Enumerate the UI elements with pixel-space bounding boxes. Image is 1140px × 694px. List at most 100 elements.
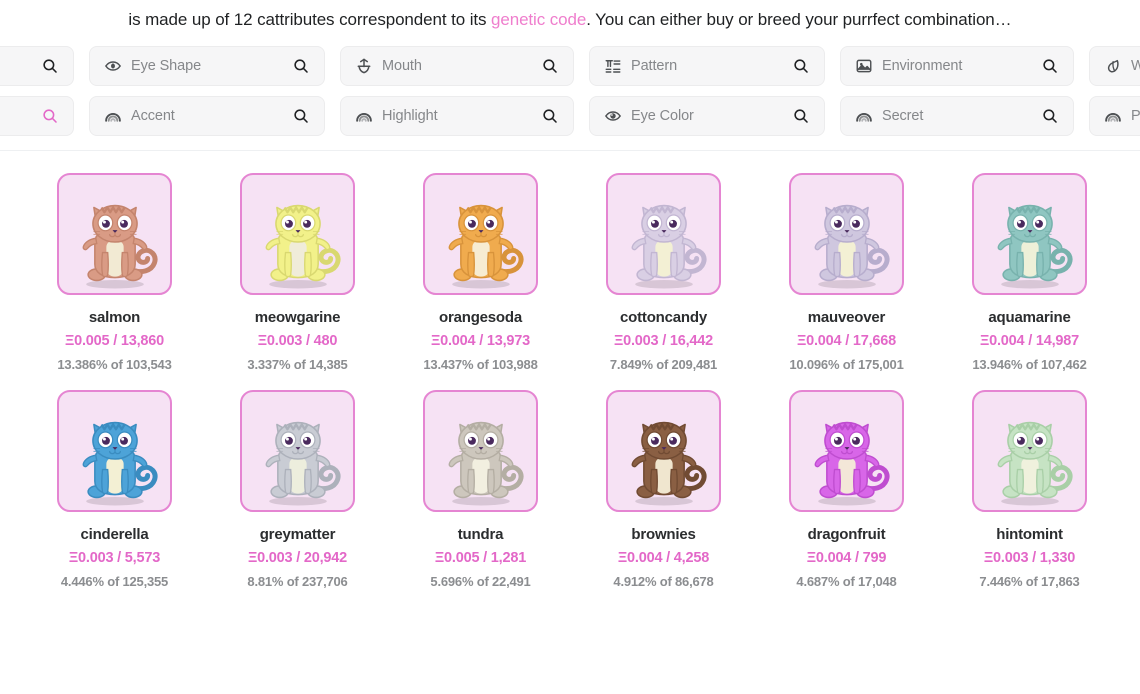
search-icon[interactable] bbox=[541, 57, 559, 75]
cat-thumbnail[interactable] bbox=[972, 173, 1087, 295]
cat-price: Ξ0.005 / 1,281 bbox=[434, 550, 527, 566]
pattern-icon bbox=[604, 57, 622, 75]
cat-price: Ξ0.003 / 20,942 bbox=[247, 550, 348, 566]
filter-chip-label: Pattern bbox=[631, 58, 678, 74]
cat-thumbnail[interactable] bbox=[423, 173, 538, 295]
cat-thumbnail[interactable] bbox=[789, 390, 904, 512]
filter-chip-purr[interactable]: Purr bbox=[1089, 96, 1140, 136]
cat-price: Ξ0.004 / 799 bbox=[806, 550, 887, 566]
search-icon[interactable] bbox=[41, 57, 59, 75]
cat-rarity-stat: 13.386% of 103,543 bbox=[57, 357, 172, 372]
cat-thumbnail[interactable] bbox=[423, 390, 538, 512]
search-icon[interactable] bbox=[1041, 57, 1059, 75]
cat-thumbnail[interactable] bbox=[57, 173, 172, 295]
cat-name: brownies bbox=[631, 526, 696, 543]
search-icon[interactable] bbox=[41, 107, 59, 125]
search-icon[interactable] bbox=[792, 107, 810, 125]
cat-thumbnail[interactable] bbox=[789, 173, 904, 295]
cat-price: Ξ0.003 / 16,442 bbox=[613, 333, 714, 349]
cat-price: Ξ0.004 / 13,973 bbox=[430, 333, 531, 349]
filter-chip-accent[interactable]: Accent bbox=[89, 96, 325, 136]
cat-rarity-stat: 4.687% of 17,048 bbox=[796, 574, 897, 589]
banner-text-after: . You can either buy or breed your purrf… bbox=[586, 10, 1012, 29]
promo-banner: is made up of 12 cattributes corresponde… bbox=[0, 0, 1140, 40]
cat-thumbnail[interactable] bbox=[606, 390, 721, 512]
mouth-icon bbox=[355, 57, 373, 75]
filter-chip-eye-color[interactable]: Eye Color bbox=[589, 96, 825, 136]
filter-chip-label: Mouth bbox=[382, 58, 422, 74]
cat-price: Ξ0.004 / 17,668 bbox=[796, 333, 897, 349]
cat-card[interactable]: orangesoda Ξ0.004 / 13,973 13.437% of 103,… bbox=[389, 173, 572, 372]
cat-name: meowgarine bbox=[254, 309, 341, 326]
cat-card[interactable]: brownies Ξ0.004 / 4,258 4.912% of 86,678 bbox=[572, 390, 755, 589]
cat-rarity-stat: 8.81% of 237,706 bbox=[247, 574, 348, 589]
cat-card[interactable]: cottoncandy Ξ0.003 / 16,442 7.849% of 209,… bbox=[572, 173, 755, 372]
cat-name: dragonfruit bbox=[807, 526, 886, 543]
filter-chip-highlight[interactable]: Highlight bbox=[340, 96, 574, 136]
cat-card[interactable]: mauveover Ξ0.004 / 17,668 10.096% of 175,0… bbox=[755, 173, 938, 372]
cat-card[interactable]: aquamarine Ξ0.004 / 14,987 13.946% of 107,… bbox=[938, 173, 1121, 372]
cat-thumbnail[interactable] bbox=[972, 390, 1087, 512]
search-icon[interactable] bbox=[1041, 107, 1059, 125]
cat-thumbnail[interactable] bbox=[606, 173, 721, 295]
cat-card[interactable]: tundra Ξ0.005 / 1,281 5.696% of 22,491 bbox=[389, 390, 572, 589]
cat-thumbnail[interactable] bbox=[240, 173, 355, 295]
eye-shape-icon bbox=[104, 57, 122, 75]
cat-price: Ξ0.004 / 4,258 bbox=[617, 550, 710, 566]
filter-chip-label: Accent bbox=[131, 108, 175, 124]
cat-card[interactable]: cinderella Ξ0.003 / 5,573 4.446% of 125,35… bbox=[23, 390, 206, 589]
cat-rarity-stat: 4.912% of 86,678 bbox=[613, 574, 714, 589]
cat-price: Ξ0.005 / 13,860 bbox=[64, 333, 165, 349]
cat-name: aquamarine bbox=[988, 309, 1071, 326]
cat-card[interactable]: hintomint Ξ0.003 / 1,330 7.446% of 17,863 bbox=[938, 390, 1121, 589]
filter-chip-label: Eye Color bbox=[631, 108, 694, 124]
cat-name: greymatter bbox=[259, 526, 336, 543]
filter-chip-environment[interactable]: Environment bbox=[840, 46, 1074, 86]
filter-chip-label: Highlight bbox=[382, 108, 438, 124]
genetic-code-link[interactable]: genetic code bbox=[491, 10, 586, 29]
filter-bar: Eye Shape Mouth Pattern Environment Wild Acc… bbox=[0, 40, 1140, 151]
cat-card[interactable]: greymatter Ξ0.003 / 20,942 8.81% of 237,70… bbox=[206, 390, 389, 589]
filter-row-primary: Eye Shape Mouth Pattern Environment Wild bbox=[0, 46, 1140, 86]
cat-rarity-stat: 7.446% of 17,863 bbox=[979, 574, 1080, 589]
filter-chip-secret[interactable]: Secret bbox=[840, 96, 1074, 136]
cat-name: cottoncandy bbox=[620, 309, 707, 326]
cat-price: Ξ0.004 / 14,987 bbox=[979, 333, 1080, 349]
cat-card[interactable]: meowgarine Ξ0.003 / 480 3.337% of 14,385 bbox=[206, 173, 389, 372]
filter-chip-pattern[interactable]: Pattern bbox=[589, 46, 825, 86]
environment-icon bbox=[855, 57, 873, 75]
cat-rarity-stat: 5.696% of 22,491 bbox=[430, 574, 531, 589]
cat-name: salmon bbox=[88, 309, 141, 326]
cat-thumbnail[interactable] bbox=[240, 390, 355, 512]
cat-name: hintomint bbox=[996, 526, 1063, 543]
filter-chip-search[interactable] bbox=[0, 46, 74, 86]
filter-chip-label: Purr bbox=[1131, 108, 1140, 124]
filter-chip-label: Secret bbox=[882, 108, 924, 124]
cat-name: cinderella bbox=[80, 526, 149, 543]
cat-grid: salmon Ξ0.005 / 13,860 13.386% of 103,543 m… bbox=[0, 173, 1140, 589]
banner-text: is made up of 12 cattributes corresponde… bbox=[128, 10, 1011, 30]
cat-rarity-stat: 13.437% of 103,988 bbox=[423, 357, 538, 372]
search-icon[interactable] bbox=[292, 57, 310, 75]
filter-chip-label: Environment bbox=[882, 58, 963, 74]
rainbow-icon bbox=[1104, 107, 1122, 125]
cat-price: Ξ0.003 / 1,330 bbox=[983, 550, 1076, 566]
search-icon[interactable] bbox=[541, 107, 559, 125]
cat-card[interactable]: salmon Ξ0.005 / 13,860 13.386% of 103,543 bbox=[23, 173, 206, 372]
cat-rarity-stat: 3.337% of 14,385 bbox=[247, 357, 348, 372]
cat-rarity-stat: 13.946% of 107,462 bbox=[972, 357, 1087, 372]
filter-row-secondary: Accent Highlight Eye Color Secret Purr bbox=[0, 96, 1140, 136]
search-icon[interactable] bbox=[292, 107, 310, 125]
filter-chip-wild[interactable]: Wild bbox=[1089, 46, 1140, 86]
filter-chip-search[interactable] bbox=[0, 96, 74, 136]
filter-chip-mouth[interactable]: Mouth bbox=[340, 46, 574, 86]
search-icon[interactable] bbox=[792, 57, 810, 75]
filter-chip-label: Eye Shape bbox=[131, 58, 202, 74]
filter-chip-eye-shape[interactable]: Eye Shape bbox=[89, 46, 325, 86]
cat-thumbnail[interactable] bbox=[57, 390, 172, 512]
cat-name: orangesoda bbox=[438, 309, 523, 326]
cat-rarity-stat: 4.446% of 125,355 bbox=[60, 574, 169, 589]
cat-card[interactable]: dragonfruit Ξ0.004 / 799 4.687% of 17,048 bbox=[755, 390, 938, 589]
rainbow-icon bbox=[855, 107, 873, 125]
banner-text-before: is made up of 12 cattributes corresponde… bbox=[128, 10, 492, 29]
